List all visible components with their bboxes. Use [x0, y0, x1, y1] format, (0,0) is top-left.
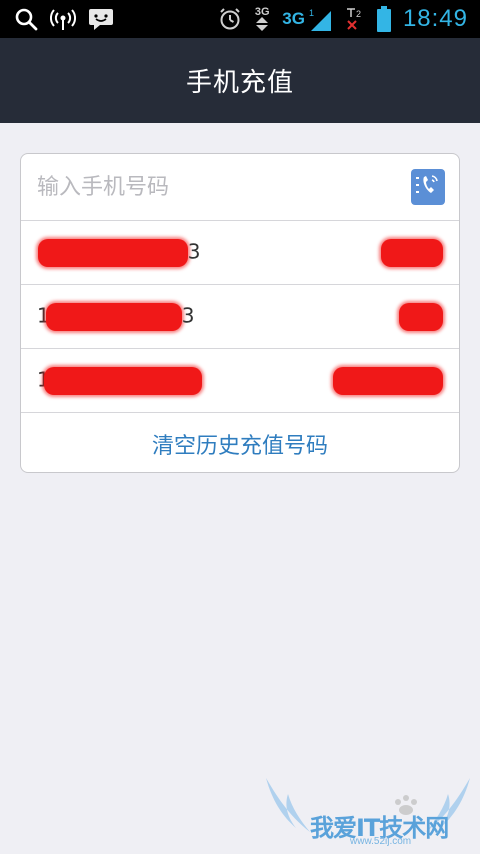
page-title: 手机充值: [185, 68, 294, 98]
signal-sim2-icon: 2: [345, 7, 365, 31]
redaction-mark: [399, 302, 443, 331]
redaction-mark: [37, 238, 188, 267]
phone-input-row: [21, 154, 459, 221]
status-bar: 3G 3G 1 2 18:49: [0, 0, 480, 38]
battery-icon: [376, 6, 391, 32]
status-time: 18:49: [402, 5, 468, 32]
clear-history-button[interactable]: 清空历史充值号码: [21, 413, 459, 472]
redaction-mark: [381, 238, 443, 267]
history-item[interactable]: 13: [21, 285, 459, 349]
recharge-card: 13 13 1 清空历史充值号码: [20, 153, 460, 473]
clear-history-label: 清空历史充值号码: [151, 433, 328, 459]
signal-sim1-icon: 3G 1: [282, 7, 333, 31]
phone-contact-icon: [415, 172, 441, 202]
search-icon: [14, 7, 38, 31]
redaction-mark: [43, 366, 202, 395]
redaction-mark: [45, 302, 182, 331]
hotspot-icon: [50, 7, 76, 31]
redaction-mark: [333, 366, 443, 395]
history-contact-name: [381, 238, 443, 267]
history-contact-name: [399, 302, 443, 331]
history-phone-number: 13: [37, 238, 200, 267]
alarm-icon: [218, 7, 242, 31]
history-phone-number: 13: [37, 302, 194, 331]
watermark-url: www.52ij.com: [350, 836, 412, 847]
history-item[interactable]: 13: [21, 221, 459, 285]
message-icon: [88, 7, 114, 31]
phone-number-input[interactable]: [37, 174, 397, 200]
contacts-button[interactable]: [411, 169, 445, 205]
site-watermark: 我爱IT技术网 www.52ij.com: [262, 772, 474, 848]
history-contact-name: [333, 366, 443, 395]
status-right-icons: 3G 3G 1 2 18:49: [218, 5, 468, 33]
sim1-label: 1: [309, 8, 314, 18]
status-left-icons: [14, 7, 114, 31]
sim2-label: 2: [356, 9, 361, 19]
data-activity-icon: 3G: [254, 7, 270, 31]
history-item[interactable]: 1: [21, 349, 459, 413]
title-bar: 手机充值: [0, 38, 480, 123]
history-phone-number: 1: [37, 366, 202, 395]
